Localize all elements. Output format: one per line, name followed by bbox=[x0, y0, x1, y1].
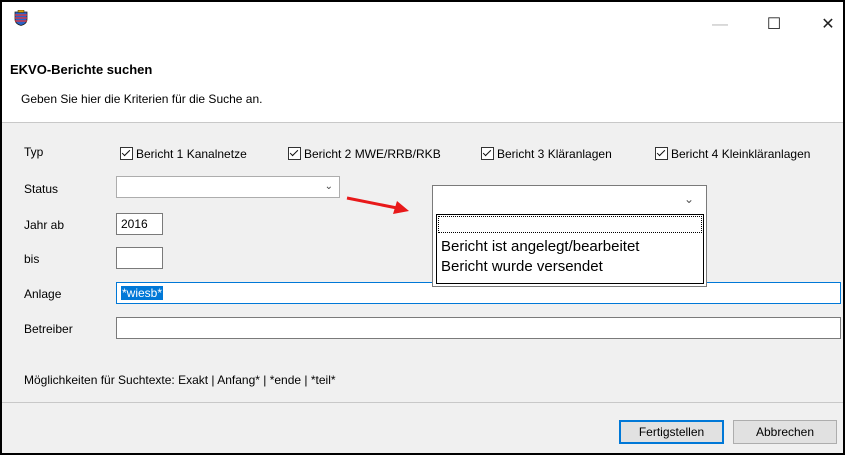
bis-input[interactable] bbox=[116, 247, 163, 269]
bis-label: bis bbox=[24, 252, 40, 266]
title-bar: — ☐ ✕ bbox=[2, 2, 843, 48]
dialog-subtitle: Geben Sie hier die Kriterien für die Suc… bbox=[21, 92, 263, 106]
checkbox-bericht-3[interactable]: Bericht 3 Kläranlagen bbox=[481, 147, 612, 161]
anlage-label: Anlage bbox=[24, 287, 62, 301]
chevron-down-icon: ⌄ bbox=[683, 192, 694, 206]
dialog-header: EKVO-Berichte suchen Geben Sie hier die … bbox=[2, 48, 843, 122]
anlage-selected-text: *wiesb* bbox=[121, 286, 164, 300]
status-dropdown-list: Bericht ist angelegt/bearbeitet Bericht … bbox=[436, 214, 704, 284]
checkbox-label: Bericht 3 Kläranlagen bbox=[497, 147, 612, 161]
dropdown-option-angelegt[interactable]: Bericht ist angelegt/bearbeitet bbox=[441, 238, 639, 255]
annotation-arrow-icon bbox=[346, 196, 409, 214]
checkbox-bericht-1[interactable]: Bericht 1 Kanalnetze bbox=[120, 147, 247, 161]
search-hint: Möglichkeiten für Suchtexte: Exakt | Anf… bbox=[24, 373, 336, 387]
minimize-button[interactable]: — bbox=[705, 14, 735, 36]
dialog-title: EKVO-Berichte suchen bbox=[10, 62, 153, 77]
checkbox-label: Bericht 4 Kleinkläranlagen bbox=[671, 147, 811, 161]
checkbox-checked-icon bbox=[120, 147, 133, 160]
status-select[interactable]: ⌄ bbox=[116, 176, 340, 198]
checkbox-label: Bericht 2 MWE/RRB/RKB bbox=[304, 147, 441, 161]
checkbox-label: Bericht 1 Kanalnetze bbox=[136, 147, 247, 161]
checkbox-bericht-2[interactable]: Bericht 2 MWE/RRB/RKB bbox=[288, 147, 441, 161]
dialog-window: — ☐ ✕ EKVO-Berichte suchen Geben Sie hie… bbox=[0, 0, 845, 455]
maximize-button[interactable]: ☐ bbox=[759, 14, 789, 36]
checkbox-checked-icon bbox=[481, 147, 494, 160]
checkbox-checked-icon bbox=[655, 147, 668, 160]
dropdown-option-versendet[interactable]: Bericht wurde versendet bbox=[441, 258, 603, 275]
jahr-ab-input[interactable]: 2016 bbox=[116, 213, 163, 235]
checkbox-bericht-4[interactable]: Bericht 4 Kleinkläranlagen bbox=[655, 147, 810, 161]
dropdown-option-empty[interactable] bbox=[438, 216, 702, 233]
close-button[interactable]: ✕ bbox=[813, 14, 843, 36]
chevron-down-icon: ⌄ bbox=[324, 181, 333, 192]
typ-label: Typ bbox=[24, 145, 44, 159]
status-dropdown-popup: ⌄ Bericht ist angelegt/bearbeitet Berich… bbox=[432, 185, 707, 287]
status-dropdown-field[interactable]: ⌄ bbox=[435, 192, 702, 210]
checkbox-checked-icon bbox=[288, 147, 301, 160]
hesse-coat-of-arms-icon bbox=[14, 10, 28, 26]
finish-button[interactable]: Fertigstellen bbox=[619, 420, 724, 444]
jahr-ab-label: Jahr ab bbox=[24, 218, 65, 232]
status-label: Status bbox=[24, 182, 59, 196]
cancel-button[interactable]: Abbrechen bbox=[733, 420, 837, 444]
betreiber-input[interactable] bbox=[116, 317, 841, 339]
betreiber-label: Betreiber bbox=[24, 322, 73, 336]
